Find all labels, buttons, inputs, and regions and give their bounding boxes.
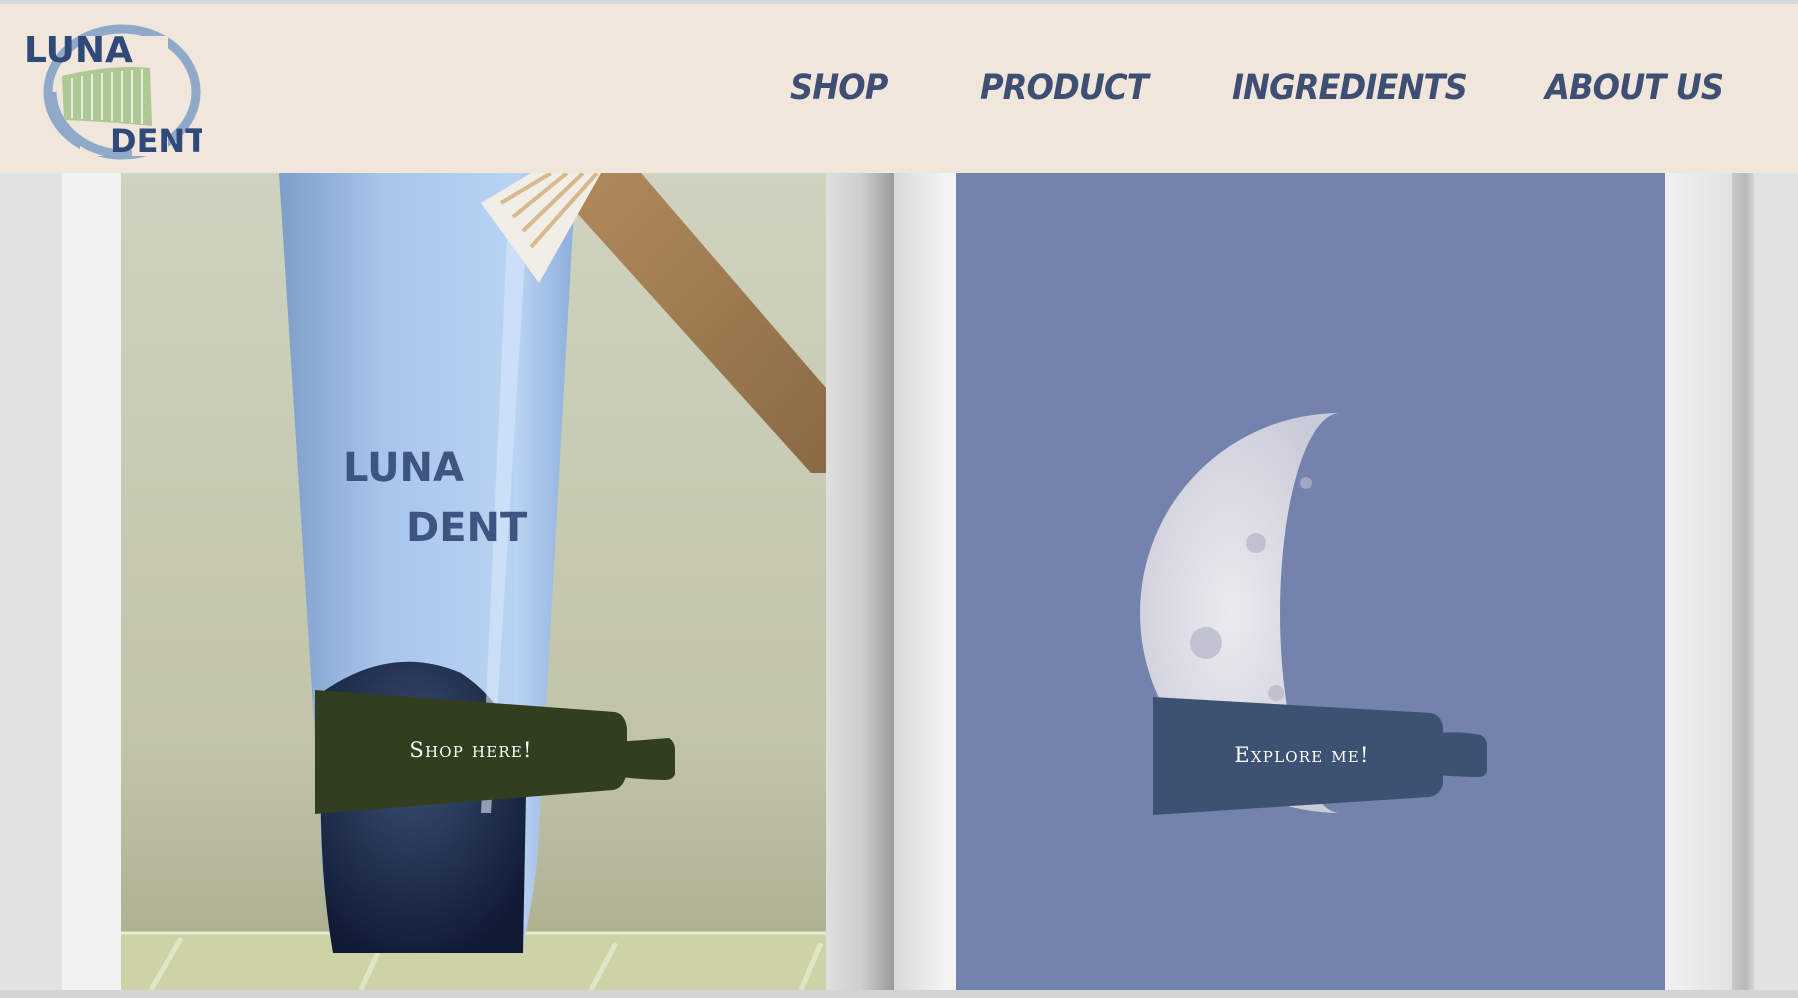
site-header: LUNA DENT SHOP PRODUCT INGREDIENTS ABOUT… [0, 4, 1798, 173]
nav-ingredients[interactable]: INGREDIENTS [1232, 68, 1468, 108]
explore-me-button[interactable]: Explore me! [1153, 697, 1487, 815]
nav-shop[interactable]: SHOP [790, 68, 888, 108]
hero-image-moon [956, 173, 1665, 990]
shop-here-button[interactable]: Shop here! [315, 690, 675, 814]
hero-image-toothpaste: LUNA DENT [121, 173, 826, 990]
main-nav: SHOP PRODUCT INGREDIENTS ABOUT US [0, 68, 1798, 128]
bottom-bar [0, 990, 1798, 998]
logo-text-line1: LUNA [24, 30, 133, 71]
page-edge [1732, 173, 1754, 990]
nav-about-us[interactable]: ABOUT US [1545, 68, 1724, 108]
explore-me-label: Explore me! [1234, 743, 1370, 767]
tube-brand-line1: LUNA [343, 445, 464, 491]
book-spread: LUNA DENT [0, 173, 1798, 990]
tube-brand-line2: DENT [406, 505, 528, 551]
nav-product[interactable]: PRODUCT [980, 68, 1149, 108]
shop-here-label: Shop here! [409, 738, 533, 762]
